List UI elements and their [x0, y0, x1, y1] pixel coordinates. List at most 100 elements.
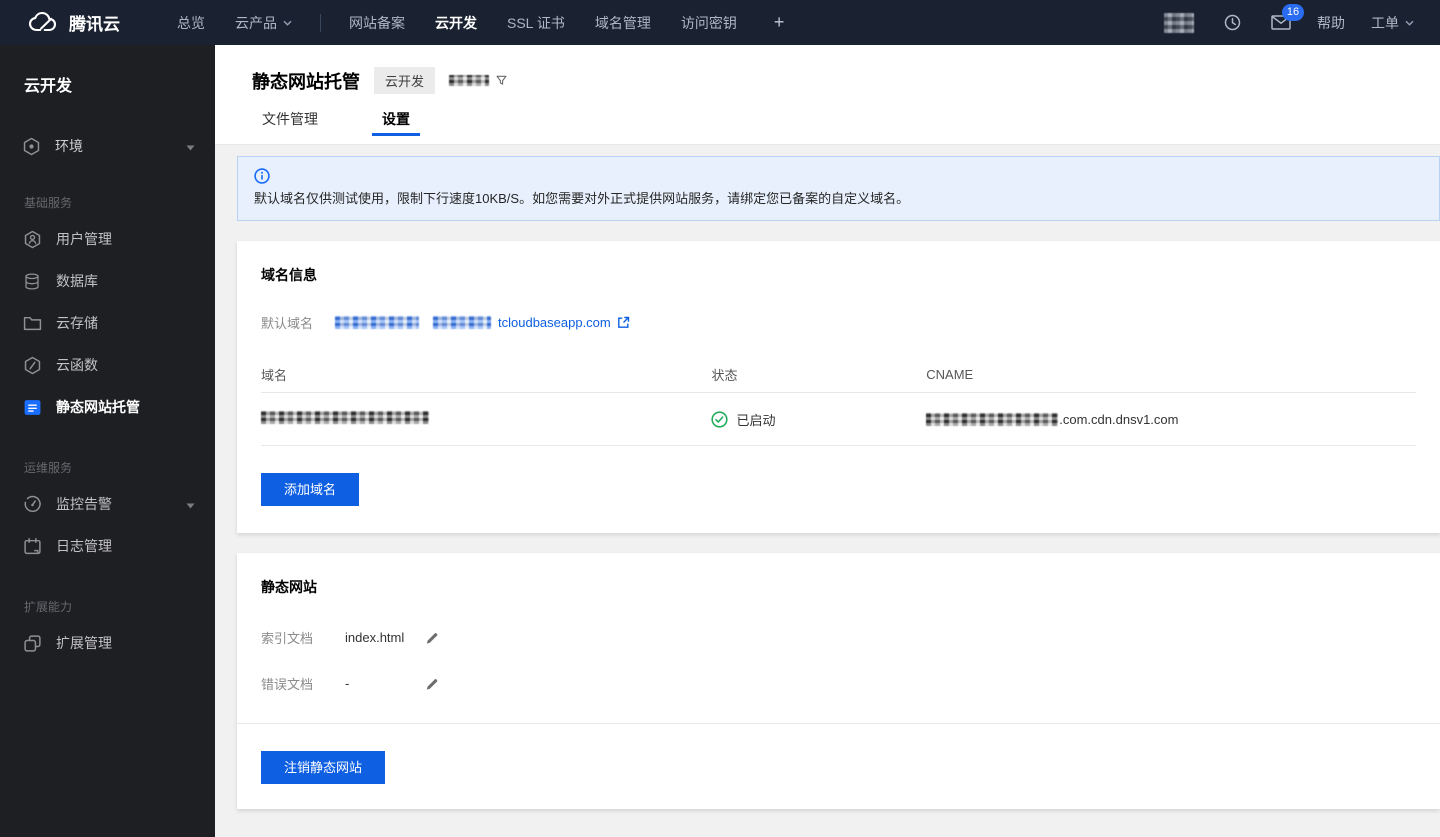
sidebar-item-label: 用户管理 — [56, 231, 112, 247]
sidebar-item-cloud-functions[interactable]: 云函数 — [0, 345, 215, 385]
page-title: 静态网站托管 — [252, 71, 360, 92]
chevron-down-icon — [283, 20, 292, 26]
deregister-static-site-button[interactable]: 注销静态网站 — [261, 751, 386, 784]
user-management-icon — [22, 230, 42, 249]
cloud-logo-icon — [28, 11, 60, 35]
nav-help-label: 帮助 — [1317, 14, 1345, 31]
product-badge: 云开发 — [374, 67, 436, 94]
sidebar-item-label: 日志管理 — [56, 538, 112, 554]
page-header: 静态网站托管 云开发 文件管理 设置 — [215, 45, 1440, 145]
error-document-label: 错误文档 — [261, 677, 314, 692]
redacted-custom-domain — [261, 411, 429, 424]
nav-item-website-beian[interactable]: 网站备案 — [349, 13, 405, 33]
redacted-cname-prefix — [926, 412, 1059, 426]
index-document-label: 索引文档 — [261, 631, 314, 646]
history-clock-icon[interactable] — [1224, 14, 1241, 31]
env-filter-funnel-icon[interactable] — [496, 75, 507, 86]
edit-pencil-icon[interactable] — [425, 631, 439, 645]
redacted-account-block — [1164, 12, 1194, 33]
top-nav: 腾讯云 总览 云产品 网站备案 云开发 SSL 证书 域名管理 访问密钥 + 1… — [0, 0, 1440, 45]
cname-cell: .com.cdn.dnsv1.com — [926, 412, 1416, 427]
domains-table: 域名 状态 CNAME 已启动 .com.cdn.dnsv1.com — [261, 356, 1416, 446]
gauge-icon — [22, 495, 42, 514]
nav-products-label: 云产品 — [235, 14, 277, 31]
folder-icon — [22, 315, 42, 332]
tab-bar: 文件管理 设置 — [252, 109, 420, 144]
sidebar-item-label: 监控告警 — [56, 496, 112, 512]
cloud-function-icon — [22, 356, 42, 375]
calendar-log-icon — [22, 537, 42, 556]
chevron-down-icon — [186, 138, 195, 154]
info-banner-text: 默认域名仅供测试使用，限制下行速度10KB/S。如您需要对外正式提供网站服务，请… — [254, 191, 910, 206]
sidebar-section-extensions: 扩展能力 — [24, 600, 73, 614]
messages-mail-icon[interactable]: 16 — [1271, 4, 1304, 30]
index-document-value: index.html — [345, 630, 405, 645]
brand-name: 腾讯云 — [69, 15, 120, 34]
tab-settings[interactable]: 设置 — [372, 109, 420, 144]
status-badge: 已启动 — [736, 412, 776, 428]
domain-card-title: 域名信息 — [261, 267, 317, 283]
status-cell: 已启动 — [711, 410, 926, 429]
nav-item-access-keys[interactable]: 访问密钥 — [681, 13, 737, 33]
sidebar-item-cloud-storage[interactable]: 云存储 — [0, 303, 215, 343]
nav-overview-label: 总览 — [177, 14, 205, 31]
status-check-icon — [711, 410, 729, 428]
sidebar-item-database[interactable]: 数据库 — [0, 261, 215, 301]
error-document-value: - — [345, 676, 350, 691]
sidebar-item-label: 云函数 — [56, 357, 98, 373]
default-domain-visible-text: tcloudbaseapp.com — [498, 315, 611, 330]
index-document-row: 索引文档 index.html — [237, 628, 1440, 647]
table-row: 已启动 .com.cdn.dnsv1.com — [261, 393, 1416, 446]
nav-ticket-label: 工单 — [1371, 14, 1399, 31]
sidebar-section-basic-services: 基础服务 — [24, 196, 73, 210]
domain-info-card: 域名信息 默认域名 tcloudbaseapp.com 域名 状态 CNAME … — [237, 241, 1440, 533]
tab-file-management[interactable]: 文件管理 — [252, 109, 328, 144]
static-hosting-document-icon — [22, 398, 42, 417]
main-content: 静态网站托管 云开发 文件管理 设置 默认域名仅供测试使用，限制下行速度10KB… — [215, 45, 1440, 837]
info-icon — [254, 168, 1423, 184]
sidebar-item-static-hosting[interactable]: 静态网站托管 — [0, 387, 215, 427]
default-domain-link[interactable]: tcloudbaseapp.com — [335, 315, 630, 330]
sidebar-item-extension-management[interactable]: 扩展管理 — [0, 623, 215, 663]
sidebar-item-monitoring-alerts[interactable]: 监控告警 — [0, 484, 215, 524]
nav-help[interactable]: 帮助 — [1317, 13, 1345, 33]
sidebar-section-ops-services: 运维服务 — [24, 461, 73, 475]
nav-item-domain-mgmt[interactable]: 域名管理 — [595, 13, 651, 33]
environment-hexagon-icon — [22, 137, 41, 156]
message-count-badge: 16 — [1282, 4, 1304, 21]
sidebar-title: 云开发 — [24, 78, 73, 95]
nav-item-ssl-cert[interactable]: SSL 证书 — [507, 13, 565, 33]
overlapping-squares-icon — [22, 634, 42, 653]
sidebar-item-environment[interactable]: 环境 — [0, 130, 215, 162]
tencent-cloud-logo[interactable]: 腾讯云 — [28, 10, 120, 35]
sidebar: 云开发 环境 基础服务 用户管理 数据库 云存储 云函数 静态网站托管 运维服务… — [0, 45, 215, 837]
sidebar-item-label: 数据库 — [56, 273, 98, 289]
sidebar-item-log-management[interactable]: 日志管理 — [0, 526, 215, 566]
error-document-row: 错误文档 - — [237, 674, 1440, 693]
static-site-card-title: 静态网站 — [261, 579, 317, 595]
default-domain-row: 默认域名 tcloudbaseapp.com — [261, 313, 1416, 332]
screen: 腾讯云 总览 云产品 网站备案 云开发 SSL 证书 域名管理 访问密钥 + 1… — [0, 0, 1440, 837]
sidebar-item-environment-label: 环境 — [55, 138, 83, 154]
info-banner: 默认域名仅供测试使用，限制下行速度10KB/S。如您需要对外正式提供网站服务，请… — [237, 156, 1440, 221]
col-header-cname: CNAME — [926, 366, 974, 382]
database-icon — [22, 272, 42, 291]
nav-item-cloudbase[interactable]: 云开发 — [435, 13, 477, 33]
nav-ticket-dropdown[interactable]: 工单 — [1371, 13, 1414, 33]
domain-cell — [261, 411, 711, 427]
nav-overview[interactable]: 总览 — [177, 13, 205, 33]
chevron-down-icon — [1405, 20, 1414, 26]
add-domain-button[interactable]: 添加域名 — [261, 473, 360, 506]
default-domain-label: 默认域名 — [261, 316, 314, 331]
nav-add-shortcut-button[interactable]: + — [774, 12, 785, 33]
static-website-card: 静态网站 索引文档 index.html 错误文档 - 注销静态网站 — [237, 553, 1440, 809]
edit-pencil-icon[interactable] — [425, 677, 439, 691]
sidebar-item-user-management[interactable]: 用户管理 — [0, 219, 215, 259]
card-divider — [237, 723, 1440, 724]
cname-visible-text: .com.cdn.dnsv1.com — [1059, 411, 1179, 427]
nav-products-dropdown[interactable]: 云产品 — [235, 13, 292, 33]
chevron-down-icon — [186, 496, 195, 512]
sidebar-item-label: 静态网站托管 — [56, 399, 140, 415]
redacted-domain-middle — [433, 316, 491, 329]
redacted-environment-name — [449, 75, 490, 86]
